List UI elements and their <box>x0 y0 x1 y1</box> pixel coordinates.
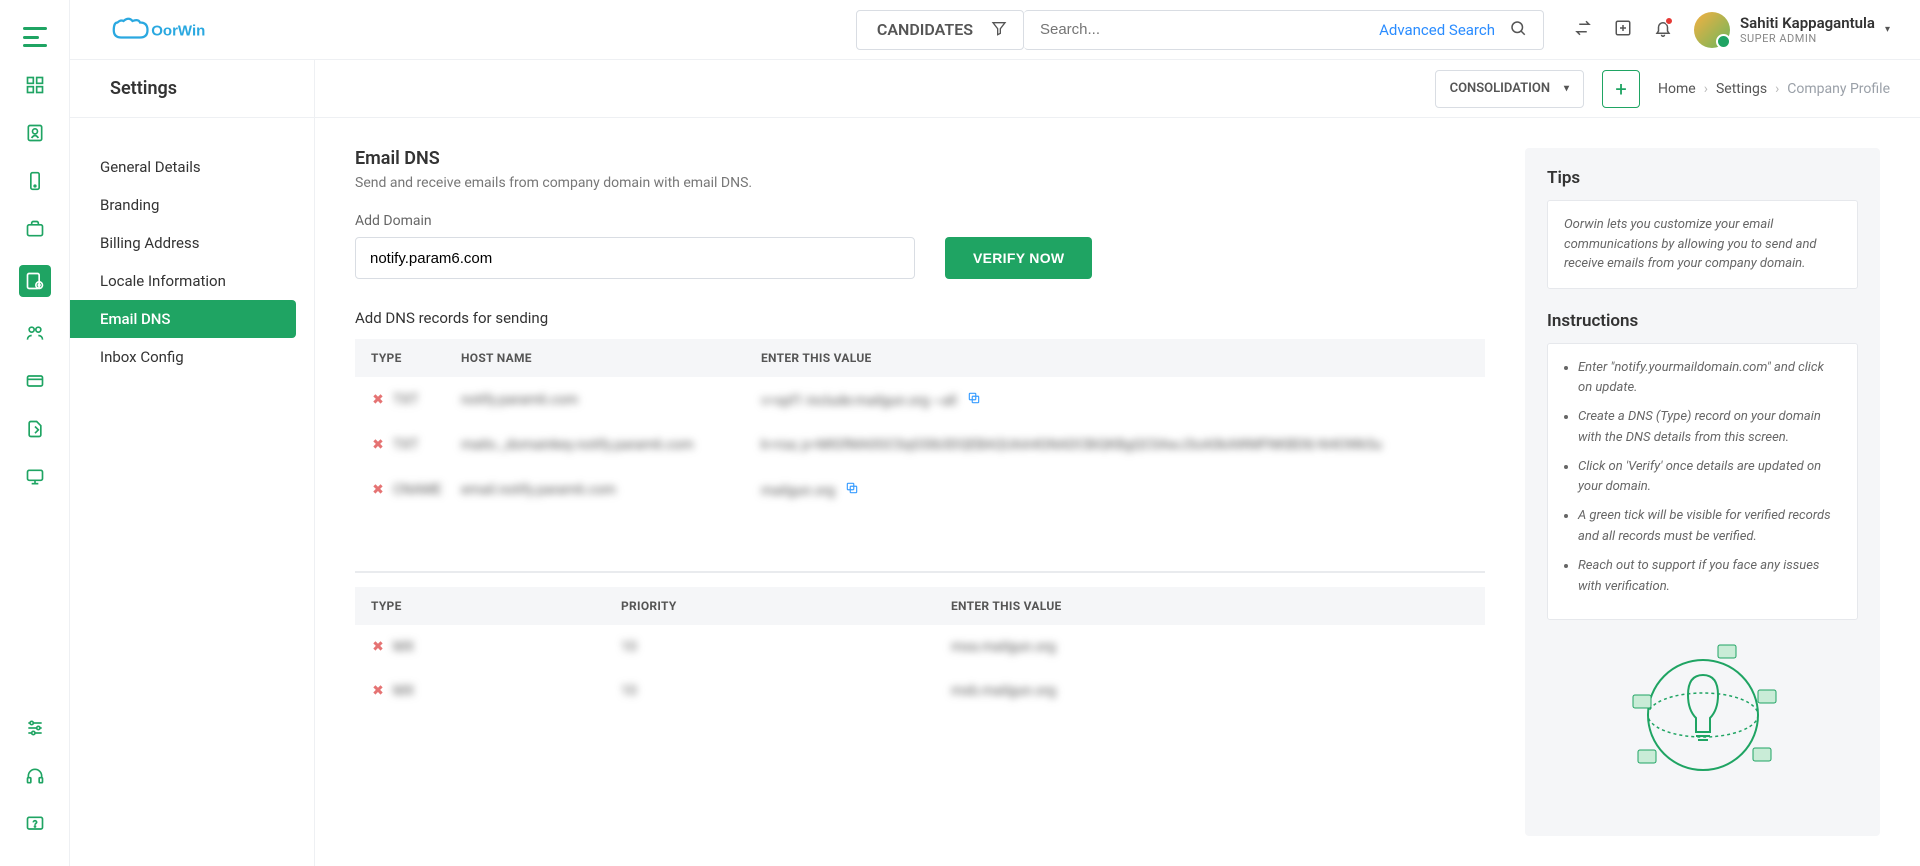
svg-text:OorWin: OorWin <box>151 22 205 39</box>
sidebar-item-locale[interactable]: Locale Information <box>70 262 296 300</box>
col-priority: PRIORITY <box>621 599 951 613</box>
sliders-icon[interactable] <box>23 716 47 740</box>
swap-icon[interactable] <box>1574 19 1592 41</box>
filter-icon <box>991 20 1007 40</box>
unverified-icon: ✖ <box>371 684 385 698</box>
table-row: ✖CNAME email.notify.param6.com mailgun.o… <box>355 467 1485 513</box>
sidebar-item-inbox[interactable]: Inbox Config <box>70 338 296 376</box>
instruction-item: Reach out to support if you face any iss… <box>1578 556 1841 598</box>
instruction-item: Enter "notify.yourmaildomain.com" and cl… <box>1578 358 1841 400</box>
domain-input[interactable] <box>355 237 915 279</box>
receiving-records-table: TYPE PRIORITY ENTER THIS VALUE ✖MX 10 mx… <box>355 587 1485 713</box>
chevron-down-icon: ▾ <box>1885 24 1890 35</box>
col-value: ENTER THIS VALUE <box>761 351 1469 365</box>
search-input[interactable] <box>1040 21 1379 38</box>
sending-section-label: Add DNS records for sending <box>355 309 1485 327</box>
user-menu[interactable]: Sahiti Kappagantula SUPER ADMIN ▾ <box>1694 12 1890 48</box>
consolidation-label: CONSOLIDATION <box>1450 81 1550 96</box>
instructions-heading: Instructions <box>1547 311 1858 331</box>
subheader: Settings CONSOLIDATION ▾ + Home › Settin… <box>70 60 1920 118</box>
notification-dot <box>1665 17 1673 25</box>
search-category-label: CANDIDATES <box>877 20 973 39</box>
topbar: OorWin CANDIDATES Advanced Search <box>70 0 1920 60</box>
dashboard-icon[interactable] <box>23 73 47 97</box>
lightbulb-illustration <box>1618 640 1788 790</box>
copy-icon[interactable] <box>967 393 981 409</box>
tips-body: Oorwin lets you customize your email com… <box>1547 200 1858 289</box>
table-row: ✖TXT notify.param6.com v=spf1 include:ma… <box>355 377 1485 423</box>
unverified-icon: ✖ <box>371 438 385 452</box>
unverified-icon: ✖ <box>371 640 385 654</box>
sidebar-item-billing[interactable]: Billing Address <box>70 224 296 262</box>
consolidation-select[interactable]: CONSOLIDATION ▾ <box>1435 70 1584 108</box>
chevron-right-icon: › <box>1775 81 1779 97</box>
users-icon[interactable] <box>23 321 47 345</box>
sending-records-table: TYPE HOST NAME ENTER THIS VALUE ✖TXT not… <box>355 339 1485 513</box>
briefcase-icon[interactable] <box>23 217 47 241</box>
table-row: ✖MX 10 mxa.mailgun.org <box>355 625 1485 669</box>
page-section-title: Settings <box>70 60 315 117</box>
sidebar-item-branding[interactable]: Branding <box>70 186 296 224</box>
tips-panel: Tips Oorwin lets you customize your emai… <box>1525 148 1880 836</box>
headset-icon[interactable] <box>23 764 47 788</box>
bell-icon[interactable] <box>1654 19 1672 41</box>
crumb-settings[interactable]: Settings <box>1716 81 1767 97</box>
sidebar-item-general[interactable]: General Details <box>70 148 296 186</box>
table-row: ✖MX 10 mxb.mailgun.org <box>355 669 1485 713</box>
page-title: Email DNS <box>355 148 1485 169</box>
instruction-item: A green tick will be visible for verifie… <box>1578 506 1841 548</box>
col-host: HOST NAME <box>461 351 761 365</box>
contact-icon[interactable] <box>23 121 47 145</box>
sidebar-item-email-dns[interactable]: Email DNS <box>70 300 296 338</box>
unverified-icon: ✖ <box>371 393 385 407</box>
monitor-icon[interactable] <box>23 465 47 489</box>
add-domain-label: Add Domain <box>355 213 1485 229</box>
crumb-current: Company Profile <box>1787 81 1890 97</box>
add-button[interactable]: + <box>1602 70 1640 108</box>
menu-icon[interactable] <box>23 25 47 49</box>
table-row: ✖TXT mailo._domainkey.notify.param6.com … <box>355 423 1485 467</box>
doc-send-icon[interactable] <box>23 417 47 441</box>
avatar <box>1694 12 1730 48</box>
instruction-item: Create a DNS (Type) record on your domai… <box>1578 407 1841 449</box>
col-value: ENTER THIS VALUE <box>951 599 1469 613</box>
tips-heading: Tips <box>1547 168 1858 188</box>
instruction-item: Click on 'Verify' once details are updat… <box>1578 457 1841 499</box>
location-card-icon[interactable] <box>19 265 51 297</box>
card-icon[interactable] <box>23 369 47 393</box>
phone-icon[interactable] <box>23 169 47 193</box>
settings-sidebar: General Details Branding Billing Address… <box>70 118 315 866</box>
col-type: TYPE <box>371 599 621 613</box>
logo[interactable]: OorWin <box>110 14 230 46</box>
left-rail <box>0 0 70 866</box>
search-box: Advanced Search <box>1024 10 1544 50</box>
chevron-down-icon: ▾ <box>1564 83 1569 94</box>
user-name-label: Sahiti Kappagantula <box>1740 14 1875 32</box>
help-icon[interactable] <box>23 812 47 836</box>
user-role-label: SUPER ADMIN <box>1740 32 1875 45</box>
col-type: TYPE <box>371 351 461 365</box>
copy-icon[interactable] <box>845 483 859 499</box>
instructions-list: Enter "notify.yourmaildomain.com" and cl… <box>1547 343 1858 621</box>
search-icon[interactable] <box>1509 19 1527 41</box>
verify-button[interactable]: VERIFY NOW <box>945 237 1092 279</box>
chevron-right-icon: › <box>1704 81 1708 97</box>
unverified-icon: ✖ <box>371 483 385 497</box>
search-category-select[interactable]: CANDIDATES <box>856 10 1024 50</box>
crumb-home[interactable]: Home <box>1658 81 1696 97</box>
add-box-icon[interactable] <box>1614 19 1632 41</box>
breadcrumb: Home › Settings › Company Profile <box>1658 81 1890 97</box>
advanced-search-link[interactable]: Advanced Search <box>1379 21 1495 39</box>
page-subtitle: Send and receive emails from company dom… <box>355 175 1485 191</box>
